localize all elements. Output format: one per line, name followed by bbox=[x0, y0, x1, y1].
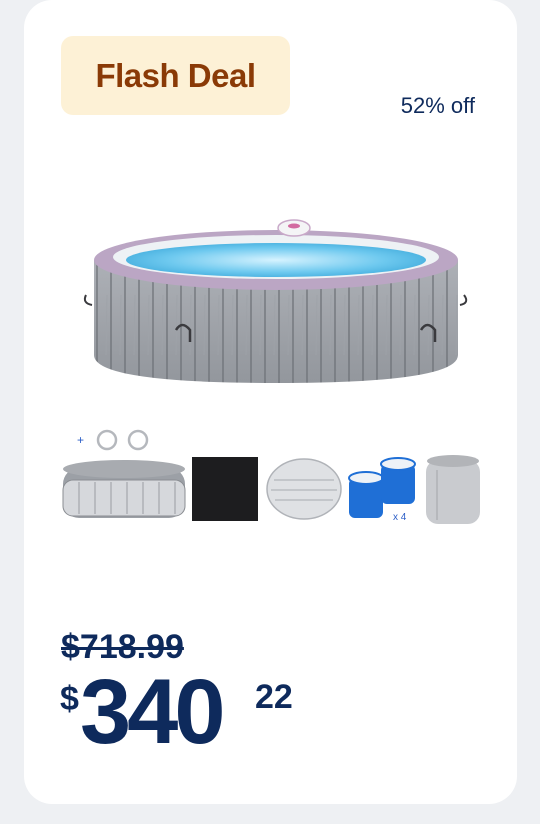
currency-symbol: $ bbox=[60, 680, 79, 718]
mat-icon bbox=[192, 457, 258, 521]
discount-label: 52% off bbox=[400, 93, 475, 118]
accessories-image[interactable]: + x 4 bbox=[59, 420, 489, 530]
flash-deal-label: Flash Deal bbox=[95, 56, 256, 94]
hot-tub-image[interactable] bbox=[56, 205, 496, 405]
svg-text:+: + bbox=[77, 433, 84, 447]
filter-icon: x 4 bbox=[348, 457, 416, 523]
bag-icon bbox=[426, 455, 480, 524]
svg-text:x 4: x 4 bbox=[393, 512, 407, 523]
flash-deal-badge: Flash Deal bbox=[61, 36, 290, 115]
price-cents: 22 bbox=[255, 678, 293, 716]
protector-icon bbox=[266, 458, 342, 520]
product-card[interactable]: Flash Deal 52% off + x 4 $718.99 $ 340 2… bbox=[24, 0, 517, 804]
cover-icon: + bbox=[62, 429, 186, 518]
price-integer: 340 bbox=[80, 661, 225, 763]
